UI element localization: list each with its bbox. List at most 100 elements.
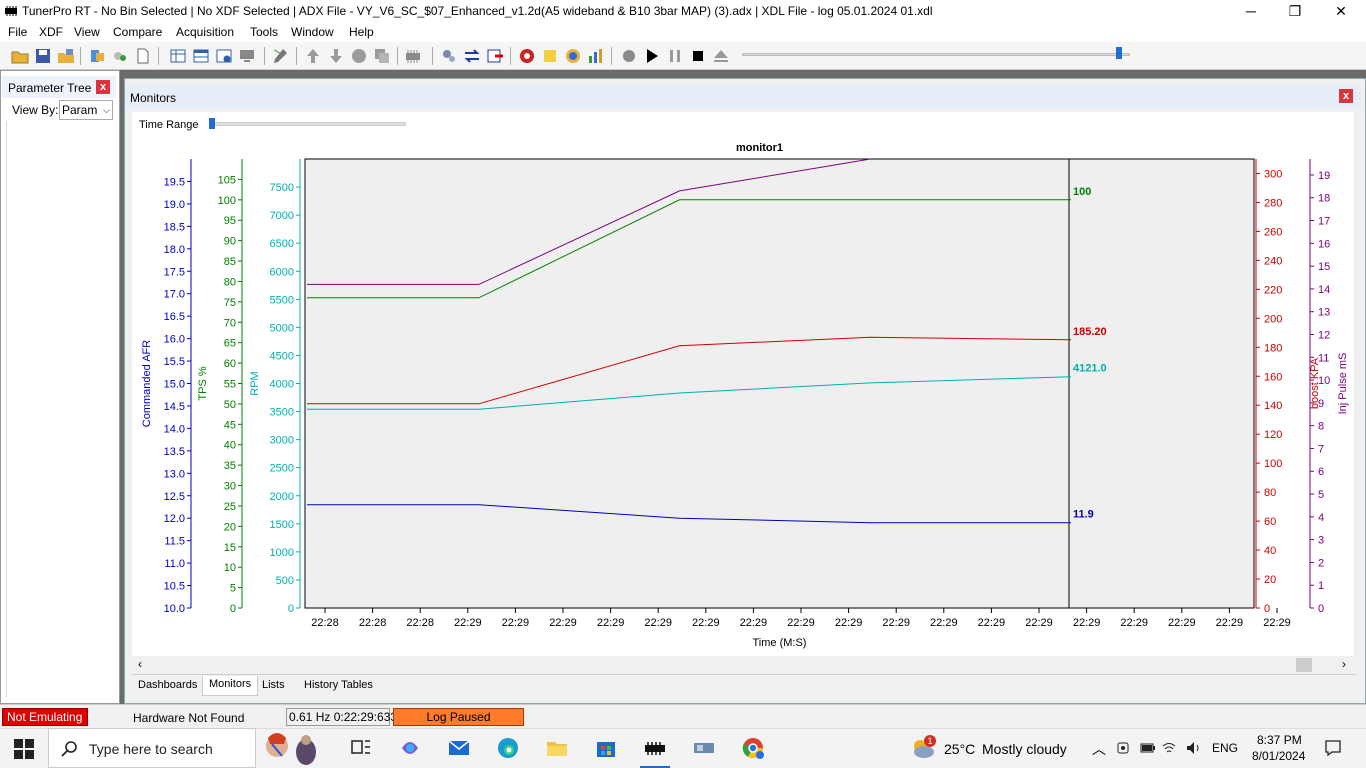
menu-file[interactable]: File — [8, 25, 27, 39]
eject-icon[interactable] — [712, 47, 730, 65]
menu-acquisition[interactable]: Acquisition — [176, 25, 234, 39]
minimize-button[interactable]: ─ — [1228, 0, 1274, 22]
taskbar-search-box[interactable]: Type here to search — [48, 728, 256, 768]
chrome-icon[interactable] — [741, 736, 765, 760]
weather-text[interactable]: Mostly cloudy — [982, 741, 1067, 757]
weather-temp[interactable]: 25°C — [944, 741, 975, 757]
y-tick-label: 20 — [224, 521, 236, 533]
menu-xdf[interactable]: XDF — [39, 25, 63, 39]
tab-dashboards[interactable]: Dashboards — [132, 677, 203, 697]
y-tick-label: 500 — [276, 575, 294, 587]
playback-slider-thumb[interactable] — [1116, 47, 1122, 59]
sync-arrows-icon[interactable] — [463, 47, 481, 65]
menu-view[interactable]: View — [74, 25, 100, 39]
close-window-button[interactable]: ✕ — [1318, 0, 1364, 22]
x-tick-label: 22:29 — [882, 617, 910, 629]
xdf-table-icon[interactable] — [169, 47, 187, 65]
acquisition-grid-icon[interactable] — [486, 47, 504, 65]
chip-icon[interactable] — [404, 47, 422, 65]
playback-slider-track[interactable] — [742, 53, 1130, 56]
scan-tool-icon[interactable] — [692, 736, 716, 760]
y-tick-label: 7500 — [270, 182, 294, 194]
monitor-icon[interactable] — [238, 47, 256, 65]
play-icon[interactable] — [643, 47, 661, 65]
mail-icon[interactable] — [447, 736, 471, 760]
menu-compare[interactable]: Compare — [113, 25, 162, 39]
edge-icon[interactable] — [496, 736, 520, 760]
view-by-select[interactable]: Param ⌵ — [59, 100, 113, 120]
open-folder-icon[interactable] — [11, 47, 29, 65]
dashboard-gauge-icon[interactable] — [564, 47, 582, 65]
clock-date[interactable]: 8/01/2024 — [1252, 749, 1305, 763]
menu-tools[interactable]: Tools — [250, 25, 278, 39]
x-axis-label: Time (M:S) — [753, 637, 807, 649]
y-tick-label: 14 — [1318, 284, 1330, 296]
bar-chart-icon[interactable] — [587, 47, 605, 65]
menu-help[interactable]: Help — [349, 25, 374, 39]
meet-now-icon[interactable] — [1116, 741, 1130, 755]
time-range-slider-track[interactable] — [210, 122, 406, 126]
tab-lists[interactable]: Lists — [256, 677, 291, 697]
checksum-tool-icon[interactable] — [271, 47, 289, 65]
upload-arrow-icon[interactable] — [304, 47, 322, 65]
y-tick-label: 5500 — [270, 294, 294, 306]
emulate-circle-icon[interactable] — [350, 47, 368, 65]
y-tick-label: 12.5 — [164, 491, 185, 503]
monitors-title: Monitors — [130, 91, 177, 105]
x-tick-label: 22:29 — [1120, 617, 1148, 629]
stop-icon[interactable] — [689, 47, 707, 65]
restore-button[interactable]: ❐ — [1272, 0, 1318, 22]
save-icon[interactable] — [34, 47, 52, 65]
parameter-tree-body[interactable] — [6, 122, 116, 698]
y-tick-label: 18.5 — [164, 221, 185, 233]
scroll-left-icon[interactable]: ‹ — [138, 657, 142, 671]
y-tick-label: 2 — [1318, 557, 1324, 569]
y-tick-label: 1000 — [270, 547, 294, 559]
xdf-info-icon[interactable] — [215, 47, 233, 65]
y-axis-title: Commanded AFR — [141, 340, 153, 427]
pause-icon[interactable] — [666, 47, 684, 65]
y-tick-label: 100 — [1264, 458, 1282, 470]
tab-history-tables[interactable]: History Tables — [298, 677, 379, 697]
notes-icon[interactable] — [541, 47, 559, 65]
chevron-up-icon[interactable]: ︿ — [1092, 739, 1106, 759]
horizontal-scrollbar[interactable]: ‹ › — [132, 656, 1354, 674]
series-end-value: 4121.0 — [1073, 363, 1107, 375]
file-explorer-icon[interactable] — [545, 736, 569, 760]
task-view-icon[interactable] — [349, 736, 373, 760]
store-icon[interactable] — [594, 736, 618, 760]
open-recent-icon[interactable] — [57, 47, 75, 65]
scroll-right-icon[interactable]: › — [1342, 657, 1346, 671]
bin-open-icon[interactable] — [88, 47, 106, 65]
log-record-icon[interactable] — [620, 47, 638, 65]
new-document-icon[interactable] — [134, 47, 152, 65]
battery-icon[interactable] — [1140, 742, 1156, 754]
settings-gears-icon[interactable] — [440, 47, 458, 65]
y-tick-label: 100 — [218, 195, 236, 207]
record-gauge-icon[interactable] — [518, 47, 536, 65]
clock-time[interactable]: 8:37 PM — [1257, 733, 1302, 747]
parameter-tree-close-button[interactable]: x — [96, 80, 110, 94]
x-tick-label: 22:28 — [359, 617, 387, 629]
time-range-slider-thumb[interactable] — [209, 118, 215, 129]
scrollbar-thumb[interactable] — [1296, 658, 1312, 672]
volume-icon[interactable] — [1186, 741, 1202, 755]
copilot-icon[interactable] — [398, 736, 422, 760]
tunerpro-chip-icon[interactable] — [643, 736, 667, 760]
xdf-window-icon[interactable] — [192, 47, 210, 65]
monitors-close-button[interactable]: x — [1339, 89, 1353, 103]
series-end-value: 11.9 — [1073, 509, 1094, 521]
search-highlight-image-icon[interactable] — [262, 730, 320, 766]
windows-start-icon[interactable] — [14, 739, 34, 759]
compare-icon[interactable] — [111, 47, 129, 65]
copy-pages-icon[interactable] — [373, 47, 391, 65]
download-arrow-icon[interactable] — [327, 47, 345, 65]
notification-icon[interactable] — [1324, 739, 1342, 757]
tab-monitors[interactable]: Monitors — [202, 676, 259, 696]
y-tick-label: 50 — [224, 399, 236, 411]
menu-window[interactable]: Window — [291, 25, 334, 39]
wifi-icon[interactable] — [1162, 741, 1176, 755]
menu-bar: File XDF View Compare Acquisition Tools … — [0, 22, 1366, 42]
language-indicator[interactable]: ENG — [1212, 741, 1238, 755]
y-tick-label: 120 — [1264, 429, 1282, 441]
